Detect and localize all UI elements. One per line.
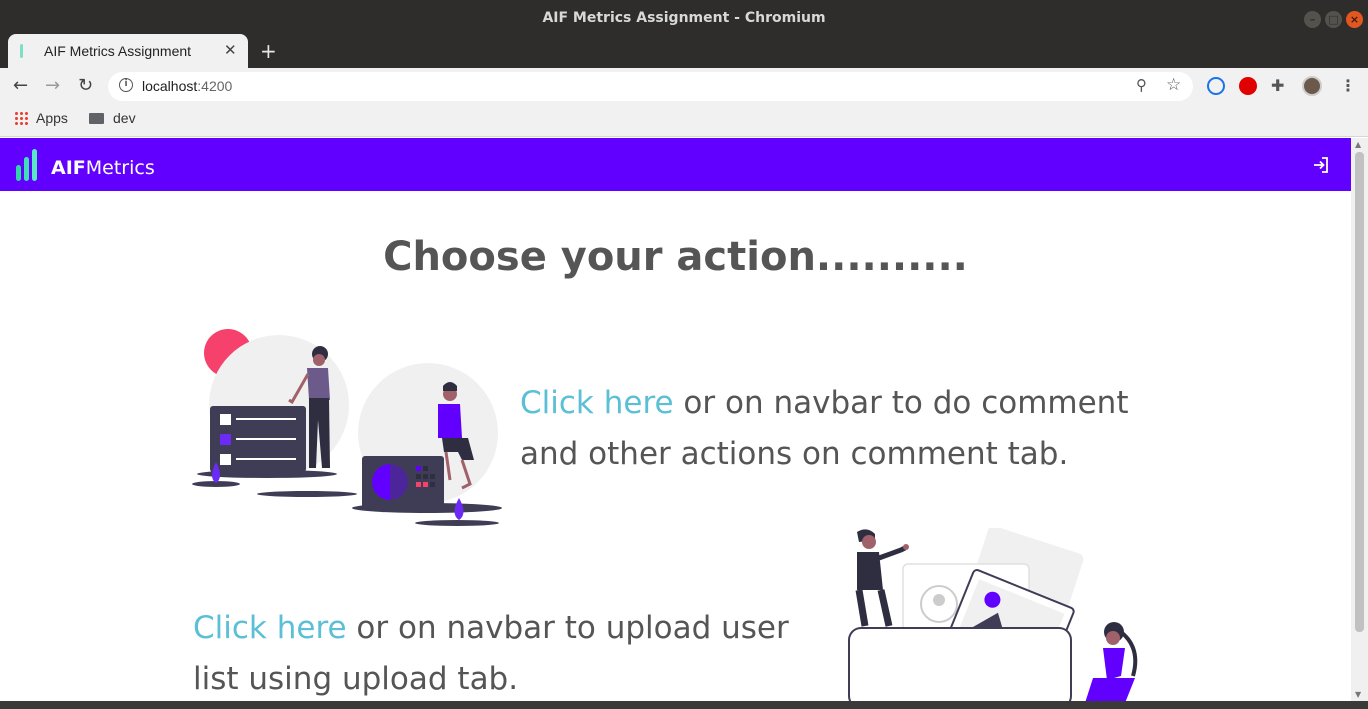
scroll-down-icon[interactable]: ▼ — [1355, 690, 1361, 699]
reload-icon[interactable]: ↻ — [78, 75, 93, 96]
page-scrollbar[interactable]: ▲ ▼ — [1351, 138, 1368, 701]
page-heading: Choose your action.......... — [383, 234, 968, 280]
address-bar[interactable]: i localhost:4200 ⚲ ☆ — [108, 72, 1193, 101]
extension-infinity-icon[interactable] — [1207, 77, 1225, 95]
page-viewport: AIFMetrics Choose your action.......... — [0, 138, 1351, 701]
bookmark-apps-label: Apps — [36, 110, 68, 126]
os-taskbar — [0, 701, 1368, 709]
extension-adblock-icon[interactable] — [1239, 77, 1257, 95]
minimize-icon[interactable]: – — [1304, 11, 1321, 28]
browser-toolbar: ← → ↻ i localhost:4200 ⚲ ☆ ✚ ⋮ — [0, 68, 1368, 104]
site-info-icon[interactable]: i — [119, 78, 133, 92]
brand-regular: Metrics — [85, 157, 155, 179]
bookmark-star-icon[interactable]: ☆ — [1166, 75, 1181, 95]
comment-illustration — [192, 329, 502, 526]
url-port: :4200 — [197, 78, 233, 94]
tab-strip: AIF Metrics Assignment ✕ + — [0, 34, 1368, 68]
window-title: AIF Metrics Assignment - Chromium — [542, 10, 826, 26]
app-navbar: AIFMetrics — [0, 138, 1351, 191]
favicon-icon — [20, 44, 23, 58]
extensions-puzzle-icon[interactable]: ✚ — [1271, 76, 1289, 95]
browser-tab[interactable]: AIF Metrics Assignment ✕ — [8, 34, 248, 68]
zoom-icon[interactable]: ⚲ — [1136, 76, 1147, 94]
bookmark-dev-label: dev — [113, 110, 136, 126]
folder-icon — [89, 113, 104, 124]
apps-grid-icon — [14, 111, 28, 125]
profile-avatar[interactable] — [1302, 76, 1322, 96]
upload-illustration — [848, 528, 1138, 701]
maximize-icon[interactable]: □ — [1325, 11, 1342, 28]
brand-name[interactable]: AIFMetrics — [51, 157, 155, 179]
url-text[interactable]: localhost:4200 — [142, 78, 232, 94]
upload-action-text: Click here or on navbar to upload user l… — [193, 603, 813, 701]
new-tab-button[interactable]: + — [260, 39, 277, 63]
scrollbar-thumb[interactable] — [1355, 152, 1364, 632]
bookmarks-bar: Apps dev — [0, 104, 1368, 137]
comment-action-text: Click here or on navbar to do comment an… — [520, 378, 1160, 480]
back-icon[interactable]: ← — [13, 75, 28, 96]
tab-close-icon[interactable]: ✕ — [224, 41, 237, 59]
window-titlebar: AIF Metrics Assignment - Chromium – □ × — [0, 0, 1368, 34]
scroll-up-icon[interactable]: ▲ — [1355, 140, 1361, 149]
upload-click-here-link[interactable]: Click here — [193, 610, 347, 646]
tab-title: AIF Metrics Assignment — [44, 43, 192, 59]
forward-icon[interactable]: → — [45, 75, 60, 96]
brand-bold: AIF — [51, 157, 86, 179]
close-window-icon[interactable]: × — [1346, 11, 1363, 28]
bookmark-apps[interactable]: Apps — [14, 110, 68, 126]
bookmark-dev[interactable]: dev — [89, 110, 136, 126]
browser-menu-icon[interactable]: ⋮ — [1340, 76, 1356, 95]
comment-click-here-link[interactable]: Click here — [520, 385, 674, 421]
url-host: localhost — [142, 78, 198, 94]
sign-in-icon[interactable] — [1312, 156, 1330, 174]
